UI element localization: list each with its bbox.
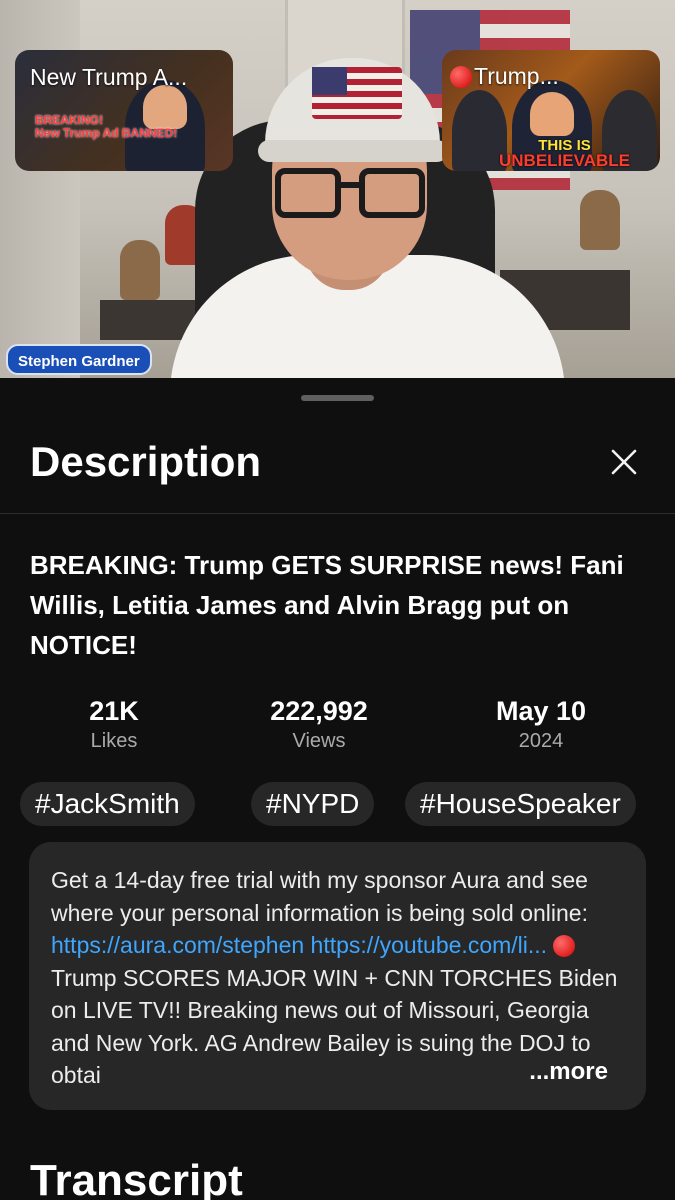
transcript-heading: Transcript <box>30 1156 243 1200</box>
presenter-cap-brim <box>258 140 448 162</box>
background-figurine <box>120 240 160 300</box>
close-icon <box>611 449 637 475</box>
cap-flag-patch <box>312 67 402 119</box>
likes-label: Likes <box>90 730 138 752</box>
related-video-thumbnail-left[interactable]: New Trump A... BREAKING! New Trump Ad BA… <box>15 50 233 171</box>
views-count: 222,992 <box>270 696 368 726</box>
red-circle-icon <box>450 66 472 88</box>
drag-handle[interactable] <box>301 395 374 401</box>
video-stats: 21K Likes 222,992 Views May 10 2024 <box>0 694 675 758</box>
presenter-glasses <box>275 168 425 220</box>
likes-count: 21K <box>89 696 139 726</box>
thumbnail-badge: THIS IS UNBELIEVABLE <box>499 137 630 170</box>
publish-year: 2024 <box>518 730 564 752</box>
background-figurine <box>580 190 620 250</box>
hashtag-chip[interactable]: #JackSmith <box>20 782 195 826</box>
description-box[interactable]: Get a 14-day free trial with my sponsor … <box>29 842 646 1110</box>
divider <box>0 513 675 514</box>
more-button[interactable]: ...more <box>489 1056 608 1088</box>
hashtag-chip[interactable]: #HouseSpeaker <box>405 782 636 826</box>
views-label: Views <box>292 730 346 752</box>
publish-date: May 10 <box>495 696 587 726</box>
thumbnail-person-face <box>530 92 574 136</box>
related-video-thumbnail-right[interactable]: Trump... THIS IS UNBELIEVABLE <box>442 50 660 171</box>
thumbnail-title: Trump... <box>450 63 648 90</box>
stat-likes: 21K Likes <box>14 694 214 754</box>
close-button[interactable] <box>600 438 648 486</box>
youtube-link[interactable]: https://youtube.com/li... <box>311 932 548 958</box>
thumbnail-title: New Trump A... <box>30 64 188 90</box>
stat-date: May 10 2024 <box>441 694 641 754</box>
red-circle-icon <box>553 935 576 957</box>
sponsor-link[interactable]: https://aura.com/stephen <box>51 932 304 958</box>
hashtag-chip[interactable]: #NYPD <box>251 782 375 826</box>
description-sheet: Description BREAKING: Trump GETS SURPRIS… <box>0 378 675 1200</box>
video-player[interactable]: New Trump A... BREAKING! New Trump Ad BA… <box>0 0 675 378</box>
sheet-title: Description <box>30 438 262 485</box>
video-title: BREAKING: Trump GETS SURPRISE news! Fani… <box>30 550 624 660</box>
thumbnail-caption: BREAKING! New Trump Ad BANNED! <box>35 113 178 140</box>
presenter-name-chip: Stephen Gardner <box>6 344 152 375</box>
stat-views: 222,992 Views <box>219 694 419 754</box>
